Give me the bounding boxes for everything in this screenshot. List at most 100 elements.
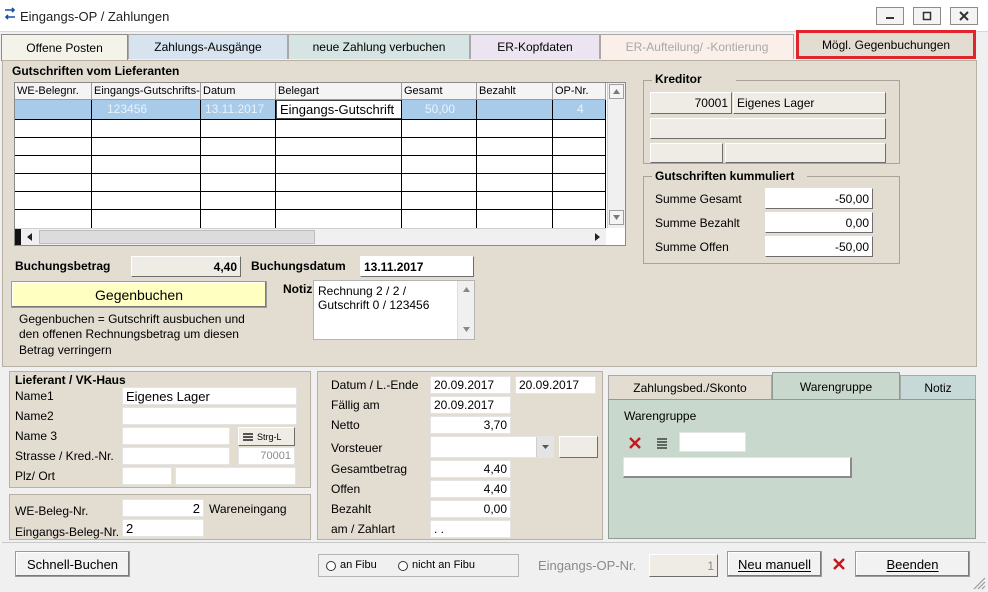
window-title: Eingangs-OP / Zahlungen — [20, 9, 170, 24]
kred-nr-field[interactable]: 70001 — [238, 447, 295, 465]
name2-field[interactable] — [122, 407, 297, 425]
warengruppe-code-field[interactable] — [679, 432, 746, 452]
strasse-field[interactable] — [122, 447, 230, 465]
neu-manuell-button[interactable]: Neu manuell — [727, 551, 822, 577]
gutschriften-grid[interactable]: WE-Belegnr. Eingangs-Gutschrifts- Datum … — [14, 82, 626, 246]
notiz-textarea[interactable]: Rechnung 2 / 2 / Gutschrift 0 / 123456 — [313, 280, 475, 340]
list-icon[interactable] — [655, 436, 669, 450]
maximize-icon — [922, 11, 932, 21]
bezahlt-label: Bezahlt — [331, 502, 372, 516]
scroll-up-button[interactable] — [609, 84, 624, 99]
arrow-down-icon — [463, 327, 470, 332]
column-header-bezahlt[interactable]: Bezahlt — [477, 83, 553, 100]
cancel-icon[interactable] — [832, 557, 846, 571]
scroll-left-button[interactable] — [23, 230, 37, 244]
minimize-button[interactable] — [876, 7, 904, 25]
gutschriften-title: Gutschriften vom Lieferanten — [12, 64, 180, 78]
column-header-datum[interactable]: Datum — [201, 83, 276, 100]
netto-field[interactable]: 3,70 — [430, 416, 511, 434]
resize-grip-icon[interactable] — [972, 576, 986, 590]
tab-label: Mögl. Gegenbuchungen — [821, 37, 951, 52]
faellig-field[interactable]: 20.09.2017 — [430, 396, 511, 414]
column-header-belegart[interactable]: Belegart — [276, 83, 402, 100]
an-fibu-label[interactable]: an Fibu — [340, 559, 377, 571]
gesamtbetrag-label: Gesamtbetrag — [331, 462, 408, 476]
ort-field[interactable] — [175, 467, 296, 485]
vorsteuer-value[interactable] — [559, 436, 598, 458]
scroll-down-button[interactable] — [609, 210, 624, 225]
close-window-button[interactable] — [950, 7, 978, 25]
lieferant-title: Lieferant / VK-Haus — [15, 373, 126, 387]
vertical-scrollbar[interactable] — [607, 83, 625, 228]
buchungsdatum-label: Buchungsdatum — [251, 259, 346, 273]
we-beleg-field[interactable]: 2 — [122, 499, 204, 517]
beenden-button[interactable]: Beenden — [855, 551, 970, 577]
name1-label: Name1 — [15, 389, 54, 403]
tab-neue-zahlung-verbuchen[interactable]: neue Zahlung verbuchen — [288, 34, 470, 59]
horizontal-scrollbar[interactable] — [15, 228, 606, 245]
subtab-notiz[interactable]: Notiz — [900, 375, 976, 399]
column-header-we-belegnr[interactable]: WE-Belegnr. — [15, 83, 92, 100]
name1-field[interactable]: Eigenes Lager — [122, 387, 297, 405]
kreditor-plz[interactable] — [650, 143, 723, 163]
bezahlt-field[interactable]: 0,00 — [430, 500, 511, 518]
maximize-button[interactable] — [913, 7, 941, 25]
column-header-gesamt[interactable]: Gesamt — [402, 83, 477, 100]
notiz-scrollbar[interactable] — [457, 281, 474, 339]
vorsteuer-dropdown-button[interactable] — [536, 437, 553, 457]
kreditor-ort[interactable] — [725, 143, 886, 163]
nicht-an-fibu-radio[interactable] — [398, 561, 408, 571]
arrow-up-icon — [463, 287, 470, 292]
gegenbuchen-button[interactable]: Gegenbuchen — [11, 281, 267, 308]
plz-ort-label: Plz/ Ort — [15, 469, 56, 483]
tab-label: Zahlungsbed./Skonto — [633, 380, 747, 395]
tab-er-aufteilung-kontierung[interactable]: ER-Aufteilung/ -Kontierung — [600, 34, 794, 59]
warengruppe-name-field[interactable] — [623, 457, 852, 478]
strg-l-label: Strg-L — [257, 431, 282, 442]
offen-field[interactable]: 4,40 — [430, 480, 511, 498]
plz-field[interactable] — [122, 467, 172, 485]
tab-moegl-gegenbuchungen[interactable]: Mögl. Gegenbuchungen — [796, 30, 976, 59]
l-ende-field[interactable]: 20.09.2017 — [515, 376, 596, 394]
vorsteuer-label: Vorsteuer — [331, 441, 383, 455]
kummuliert-title: Gutschriften kummuliert — [652, 169, 807, 183]
arrow-up-icon — [613, 89, 620, 94]
buchungsdatum-field[interactable]: 13.11.2017 — [360, 256, 474, 277]
kreditor-nr[interactable]: 70001 — [650, 92, 732, 114]
datum-field[interactable]: 20.09.2017 — [430, 376, 511, 394]
kreditor-name[interactable]: Eigenes Lager — [733, 92, 886, 114]
tab-zahlungs-ausgaenge[interactable]: Zahlungs-Ausgänge — [128, 34, 288, 59]
eingangs-beleg-field[interactable]: 2 — [122, 519, 204, 537]
column-header-op-nr[interactable]: OP-Nr. — [553, 83, 606, 100]
strg-l-button[interactable]: Strg-L — [238, 427, 295, 446]
close-icon — [959, 11, 969, 21]
summe-bezahlt-value: 0,00 — [765, 212, 873, 233]
offen-label: Offen — [331, 482, 361, 496]
scroll-right-button[interactable] — [590, 230, 604, 244]
column-header-eingangs-gutschrift[interactable]: Eingangs-Gutschrifts- — [92, 83, 201, 100]
subtab-zahlungsbed-skonto[interactable]: Zahlungsbed./Skonto — [608, 375, 772, 399]
gegenbuchen-hint-line3: Betrag verringern — [19, 343, 112, 357]
cell-belegart-editor[interactable]: Eingangs-Gutschrift — [276, 100, 402, 119]
tab-label: Zahlungs-Ausgänge — [154, 40, 262, 54]
strasse-label: Strasse / Kred.-Nr. — [15, 449, 114, 463]
nicht-an-fibu-label[interactable]: nicht an Fibu — [412, 559, 475, 571]
name3-field[interactable] — [122, 427, 230, 445]
warengruppe-label: Warengruppe — [624, 409, 697, 423]
delete-icon[interactable] — [628, 436, 642, 450]
kreditor-address[interactable] — [650, 118, 886, 139]
schnell-buchen-button[interactable]: Schnell-Buchen — [15, 551, 130, 577]
an-fibu-radio[interactable] — [326, 561, 336, 571]
fibu-radio-group: an Fibu nicht an Fibu — [318, 554, 519, 577]
tab-offene-posten[interactable]: Offene Posten — [1, 34, 128, 61]
netto-label: Netto — [331, 418, 360, 432]
summe-offen-value: -50,00 — [765, 236, 873, 257]
gesamtbetrag-field[interactable]: 4,40 — [430, 460, 511, 478]
zahlart-field[interactable]: . . — [430, 520, 511, 538]
buchungsbetrag-field[interactable]: 4,40 — [131, 256, 241, 277]
tab-er-kopfdaten[interactable]: ER-Kopfdaten — [470, 34, 600, 59]
vorsteuer-select[interactable] — [430, 436, 554, 458]
scroll-thumb[interactable] — [39, 230, 315, 244]
subtab-warengruppe[interactable]: Warengruppe — [772, 372, 900, 400]
eingangs-op-nr-label: Eingangs-OP-Nr. — [538, 558, 637, 573]
